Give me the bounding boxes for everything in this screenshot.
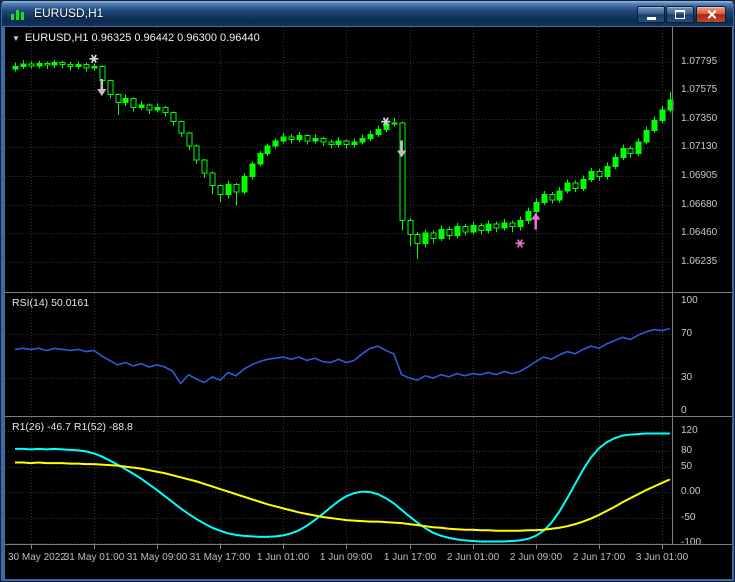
- time-tick: [220, 545, 221, 549]
- rsi-panel: 100 70 30 0 RSI(14) 50.0161: [5, 293, 732, 416]
- main-chart-panel: 1.07795 1.07575 1.07350 1.07130 1.06905 1.066…: [5, 27, 732, 292]
- window-controls: [636, 6, 726, 23]
- time-label: 2 Jun 01:00: [446, 552, 500, 563]
- time-label: 31 May 01:00: [63, 552, 125, 563]
- time-label: 1 Jun 17:00: [383, 552, 437, 563]
- r1-indicator-panel: 120 80 50 0.00 -50 -100 R1(26) -46.7 R1(52) -…: [5, 417, 732, 548]
- maximize-icon: [675, 10, 685, 19]
- minimize-icon: [646, 16, 656, 20]
- time-label: 1 Jun 01:00: [256, 552, 310, 563]
- chart-client-area: 1.07795 1.07575 1.07350 1.07130 1.06905 1.066…: [5, 27, 732, 579]
- chart-header: ▼ EURUSD,H1 0.96325 0.96442 0.96300 0.96…: [12, 32, 260, 44]
- time-tick: [473, 545, 474, 549]
- rsi-label: RSI(14) 50.0161: [12, 297, 90, 309]
- r1-label: R1(26) -46.7 R1(52) -88.8: [12, 421, 133, 433]
- maximize-button[interactable]: [666, 6, 694, 23]
- time-tick: [346, 545, 347, 549]
- time-label: 2 Jun 09:00: [509, 552, 563, 563]
- time-label: 3 Jun 01:00: [635, 552, 689, 563]
- rsi-canvas[interactable]: [5, 293, 732, 416]
- time-tick: [31, 545, 32, 549]
- time-tick: [157, 545, 158, 549]
- close-button[interactable]: [696, 6, 726, 23]
- time-tick: [283, 545, 284, 549]
- main-chart-canvas[interactable]: [5, 27, 732, 292]
- time-tick: [599, 545, 600, 549]
- time-label: 30 May 2022: [8, 552, 66, 563]
- window-icon: [11, 7, 27, 20]
- time-axis[interactable]: 30 May 2022 31 May 01:00 31 May 09:00 31 Ma…: [5, 545, 732, 579]
- time-label: 31 May 09:00: [126, 552, 188, 563]
- window-title: EURUSD,H1: [34, 6, 104, 20]
- time-tick: [410, 545, 411, 549]
- chart-menu-icon[interactable]: ▼: [12, 34, 20, 43]
- titlebar[interactable]: EURUSD,H1: [2, 1, 733, 26]
- time-label: 31 May 17:00: [189, 552, 251, 563]
- minimize-button[interactable]: [637, 6, 665, 23]
- time-tick: [536, 545, 537, 549]
- close-icon: [706, 9, 717, 20]
- time-label: 2 Jun 17:00: [572, 552, 626, 563]
- time-tick: [662, 545, 663, 549]
- time-label: 1 Jun 09:00: [319, 552, 373, 563]
- r1-canvas[interactable]: [5, 417, 732, 544]
- time-tick: [94, 545, 95, 549]
- mt4-chart-window: EURUSD,H1 1.07795 1.07575 1.07350 1.07130 1.…: [0, 0, 735, 582]
- chart-ohlc-header: EURUSD,H1 0.96325 0.96442 0.96300 0.9644…: [24, 32, 260, 44]
